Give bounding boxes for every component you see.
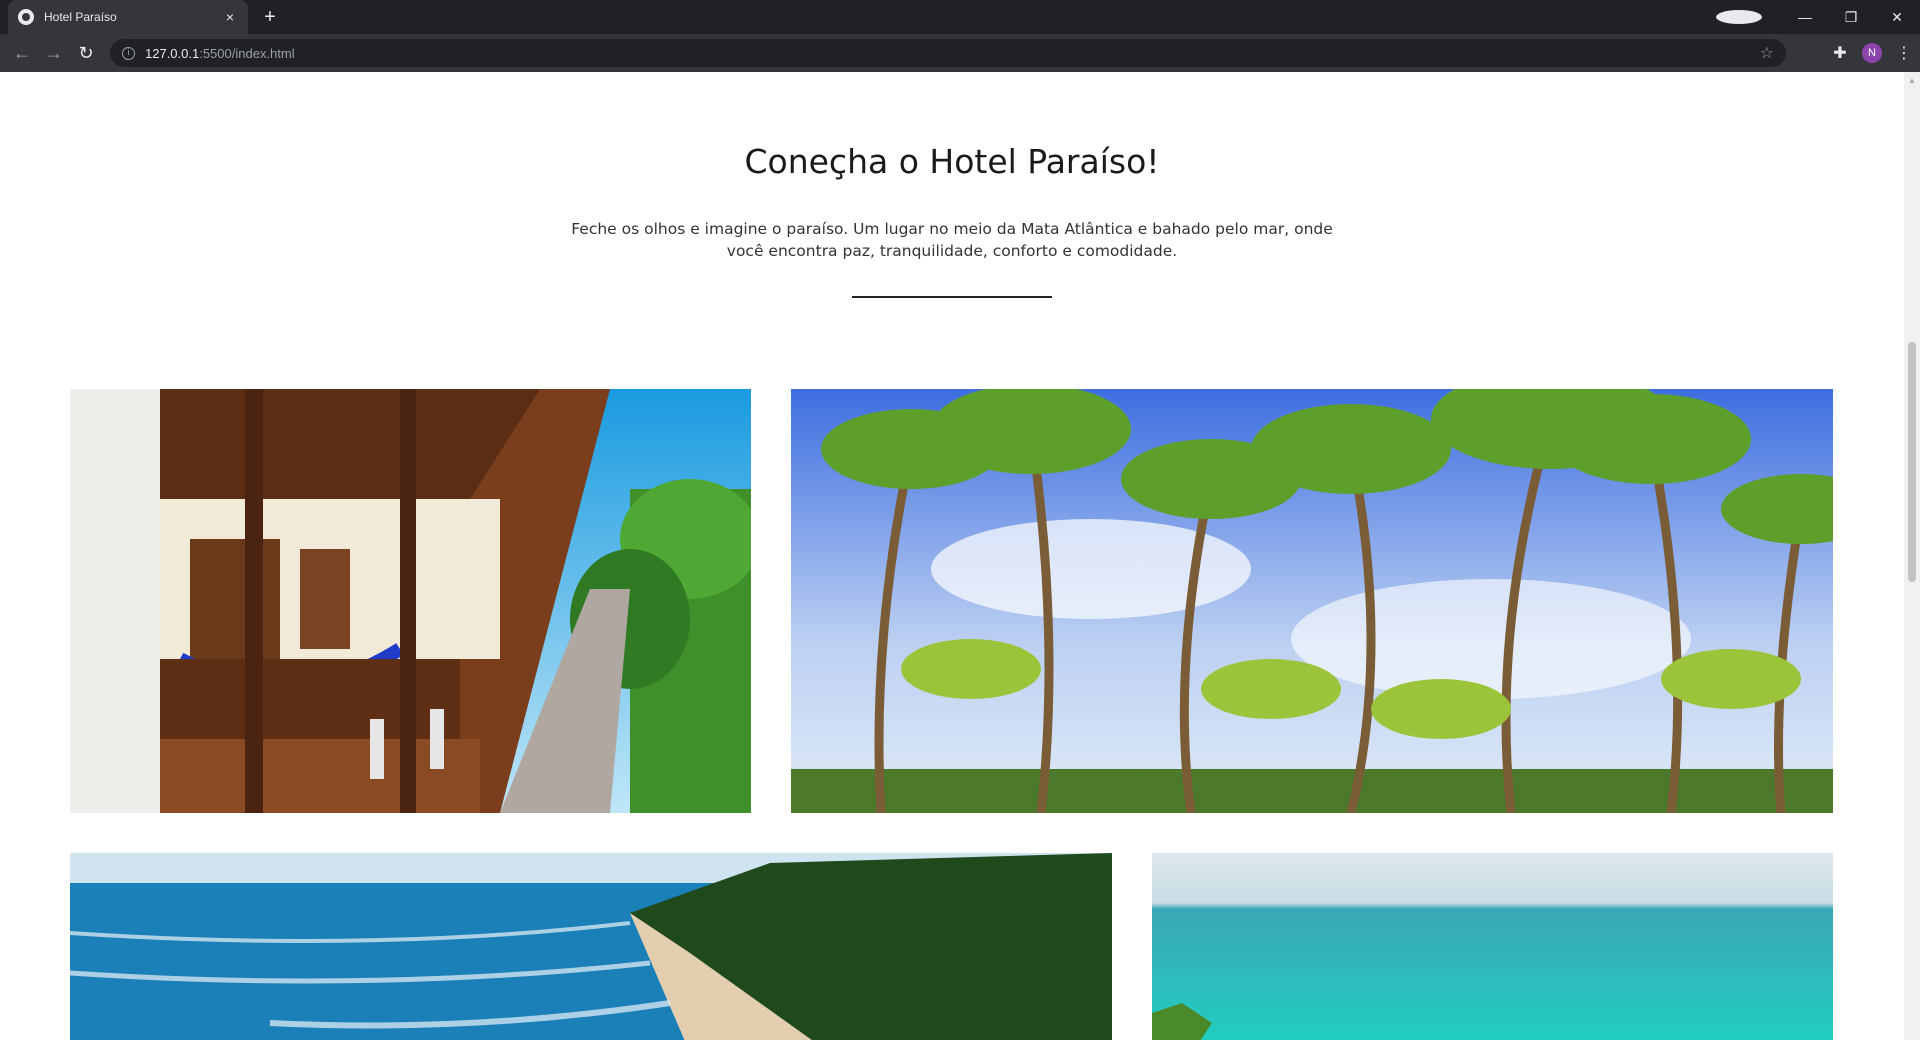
section-divider — [852, 296, 1052, 298]
page-scrollbar[interactable]: ▲ — [1904, 72, 1920, 1040]
star-icon[interactable]: ☆ — [1760, 43, 1774, 63]
hotel-balcony-photo — [70, 389, 751, 813]
minimize-icon[interactable]: — — [1782, 9, 1828, 25]
toolbar-actions: ✚ N ⋮ — [1824, 34, 1920, 72]
media-icon[interactable] — [1716, 10, 1762, 24]
url-path: :5500/index.html — [199, 45, 295, 61]
forward-icon[interactable]: → — [38, 43, 70, 64]
avatar[interactable]: N — [1862, 43, 1882, 63]
beach-shore-photo — [70, 853, 1112, 1040]
browser-toolbar: ← → ↻ i 127.0.0.1:5500/index.html ☆ ✚ N … — [0, 34, 1920, 72]
url-host: 127.0.0.1 — [145, 45, 200, 61]
puzzle-icon[interactable]: ✚ — [1824, 43, 1856, 63]
kebab-menu-icon[interactable]: ⋮ — [1888, 43, 1920, 63]
scrollbar-thumb[interactable] — [1908, 342, 1916, 582]
close-tab-icon[interactable]: × — [222, 9, 238, 25]
turquoise-sea-photo — [1152, 853, 1833, 1040]
new-tab-button[interactable]: + — [258, 6, 282, 28]
address-bar[interactable]: i 127.0.0.1:5500/index.html ☆ — [110, 39, 1786, 67]
window-controls: — ❐ ✕ — [1716, 0, 1920, 34]
page-viewport: Coneçha o Hotel Paraíso! Feche os olhos … — [0, 72, 1904, 1040]
close-window-icon[interactable]: ✕ — [1874, 9, 1920, 26]
restore-icon[interactable]: ❐ — [1828, 9, 1874, 26]
intro-paragraph: Feche os olhos e imagine o paraíso. Um l… — [571, 220, 1333, 260]
reload-icon[interactable]: ↻ — [70, 43, 102, 64]
page-title: Coneçha o Hotel Paraíso! — [744, 142, 1160, 181]
scroll-up-icon[interactable]: ▲ — [1908, 76, 1916, 85]
back-icon[interactable]: ← — [6, 43, 38, 64]
browser-tab[interactable]: Hotel Paraíso × — [8, 0, 248, 34]
globe-icon — [18, 9, 34, 25]
browser-tab-bar: Hotel Paraíso × + — ❐ ✕ — [0, 0, 1920, 34]
info-icon[interactable]: i — [122, 46, 135, 60]
tab-title: Hotel Paraíso — [44, 10, 117, 24]
palm-trees-photo — [791, 389, 1833, 813]
